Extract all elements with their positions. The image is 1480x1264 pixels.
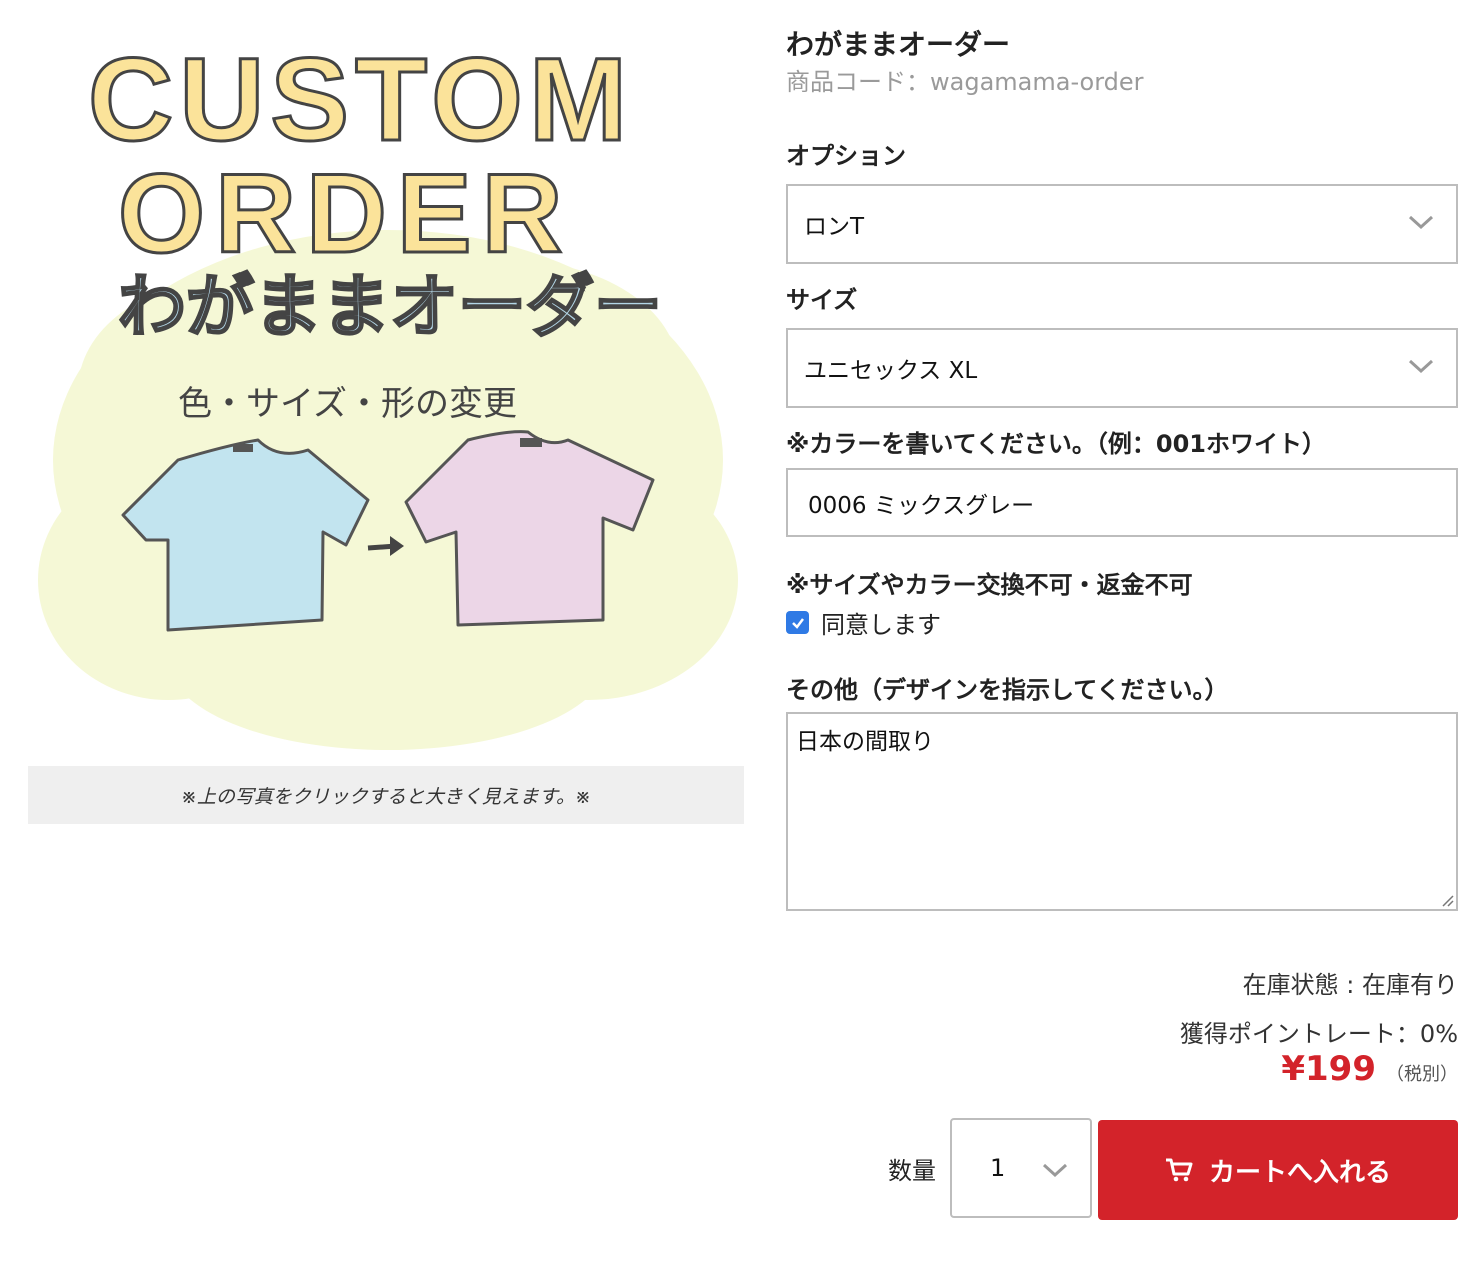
agree-label: 同意します (821, 611, 941, 639)
other-label: その他（デザインを指示してください。） (786, 676, 1229, 704)
tax-note: （税別） (1386, 1064, 1458, 1085)
quantity-select[interactable]: 1 (950, 1118, 1092, 1218)
price: ¥199 (1281, 1049, 1376, 1089)
option-select[interactable]: ロンT (786, 184, 1458, 264)
size-value: ユニセックス XL (804, 358, 978, 384)
chevron-down-icon (1042, 1163, 1068, 1178)
add-to-cart-button[interactable]: カートへ入れる (1098, 1120, 1458, 1220)
product-form: わがままオーダー 商品コード：wagamama-order オプション ロンT … (786, 26, 1458, 1089)
size-select[interactable]: ユニセックス XL (786, 328, 1458, 408)
option-label: オプション (786, 142, 906, 170)
cart-icon (1165, 1158, 1193, 1182)
image-title-order: ORDER (118, 151, 572, 276)
cart-row: 数量 1 カートへ入れる (888, 1116, 1458, 1220)
chevron-down-icon (1408, 215, 1434, 230)
quantity-value: 1 (990, 1154, 1006, 1182)
option-value: ロンT (804, 214, 865, 240)
chevron-down-icon (1408, 359, 1434, 374)
other-textarea[interactable]: 日本の間取り (786, 712, 1458, 911)
image-title-custom: CUSTOM (88, 34, 633, 166)
color-input[interactable]: 0006 ミックスグレー (786, 468, 1458, 537)
point-rate: 獲得ポイントレート：0% (1179, 1020, 1458, 1048)
quantity-label: 数量 (888, 1156, 936, 1185)
color-label: ※カラーを書いてください。（例：001ホワイト） (786, 430, 1326, 458)
other-value: 日本の間取り (796, 729, 934, 755)
product-image[interactable]: CUSTOM ORDER わがままオーダー 色・サイズ・形の変更 (28, 20, 744, 755)
image-caption: ※上の写真をクリックすると大きく見えます。※ (28, 766, 744, 824)
image-title-jp: わがままオーダー (118, 268, 662, 347)
product-code: 商品コード：wagamama-order (786, 68, 1144, 96)
notice-label: ※サイズやカラー交換不可・返金不可 (786, 571, 1193, 599)
price-row: ¥199 （税別） (786, 1049, 1458, 1089)
agree-checkbox[interactable] (786, 611, 809, 634)
size-label: サイズ (786, 286, 858, 314)
checkmark-icon (791, 617, 804, 629)
product-title: わがままオーダー (786, 28, 1011, 61)
resize-handle-icon[interactable] (1440, 893, 1454, 907)
add-to-cart-label: カートへ入れる (1208, 1157, 1391, 1188)
image-subtitle: 色・サイズ・形の変更 (178, 384, 517, 424)
stock-status: 在庫状態 : 在庫有り (1242, 971, 1458, 999)
agree-row: 同意します (786, 605, 1458, 640)
